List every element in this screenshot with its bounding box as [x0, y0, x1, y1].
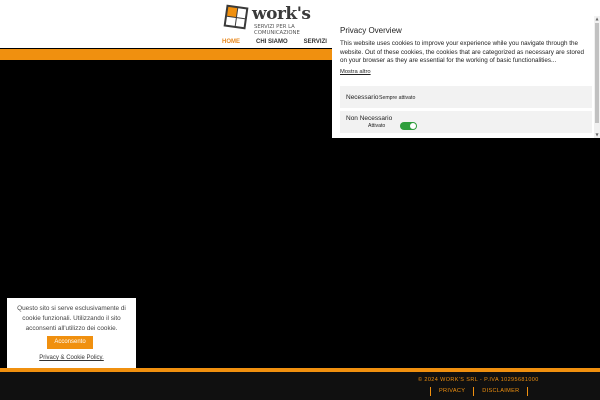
footer-link-privacy[interactable]: PRIVACY	[430, 387, 473, 396]
category-label: Necessario	[346, 94, 379, 101]
footer-copyright: © 2024 WORK'S SRL - P.IVA 10295681000	[418, 377, 539, 383]
footer-link-disclaimer[interactable]: DISCLAIMER	[473, 387, 529, 396]
cookie-category-non-necessario[interactable]: Non Necessario Attivato	[340, 111, 592, 133]
privacy-scrollbar[interactable]: ▲ ▼	[594, 16, 600, 138]
scroll-down-icon[interactable]: ▼	[594, 132, 600, 138]
scroll-up-icon[interactable]: ▲	[594, 16, 600, 22]
brand-tagline: SERVIZI PER LA COMUNICAZIONE	[254, 24, 300, 36]
cookie-consent-banner: Questo sito si serve esclusivamente di c…	[7, 298, 136, 368]
site-footer: © 2024 WORK'S SRL - P.IVA 10295681000 PR…	[0, 372, 600, 400]
privacy-overview-panel: Privacy Overview This website uses cooki…	[332, 16, 600, 138]
main-nav: HOME CHI SIAMO SERVIZI	[215, 38, 336, 50]
cookie-policy-link[interactable]: Privacy & Cookie Policy.	[7, 355, 136, 361]
toggle-knob	[410, 123, 416, 129]
logo-mark-icon	[223, 4, 249, 30]
cookie-message: Questo sito si serve esclusivamente di c…	[17, 305, 126, 332]
nav-item-servizi[interactable]: SERVIZI	[297, 38, 336, 48]
category-label: Non Necessario	[346, 115, 393, 122]
non-necessario-toggle[interactable]	[400, 122, 417, 130]
privacy-description: This website uses cookies to improve you…	[340, 40, 584, 64]
nav-item-home[interactable]: HOME	[215, 38, 249, 50]
cookie-category-necessario[interactable]: Necessario Sempre attivato	[340, 86, 592, 108]
nav-item-chi-siamo[interactable]: CHI SIAMO	[249, 38, 297, 48]
category-status: Attivato	[368, 123, 386, 129]
privacy-title: Privacy Overview	[340, 26, 402, 35]
show-more-link[interactable]: Mostra altro	[340, 69, 371, 75]
category-status: Sempre attivato	[379, 95, 416, 101]
brand-name: work's	[252, 4, 311, 24]
nav-item-label: SERVIZI	[303, 39, 327, 45]
accept-cookies-button[interactable]: Acconsento	[47, 336, 93, 349]
nav-item-label: HOME	[222, 39, 240, 45]
footer-links: PRIVACY DISCLAIMER	[430, 387, 529, 396]
nav-item-label: CHI SIAMO	[256, 39, 288, 45]
scrollbar-thumb[interactable]	[595, 23, 599, 123]
